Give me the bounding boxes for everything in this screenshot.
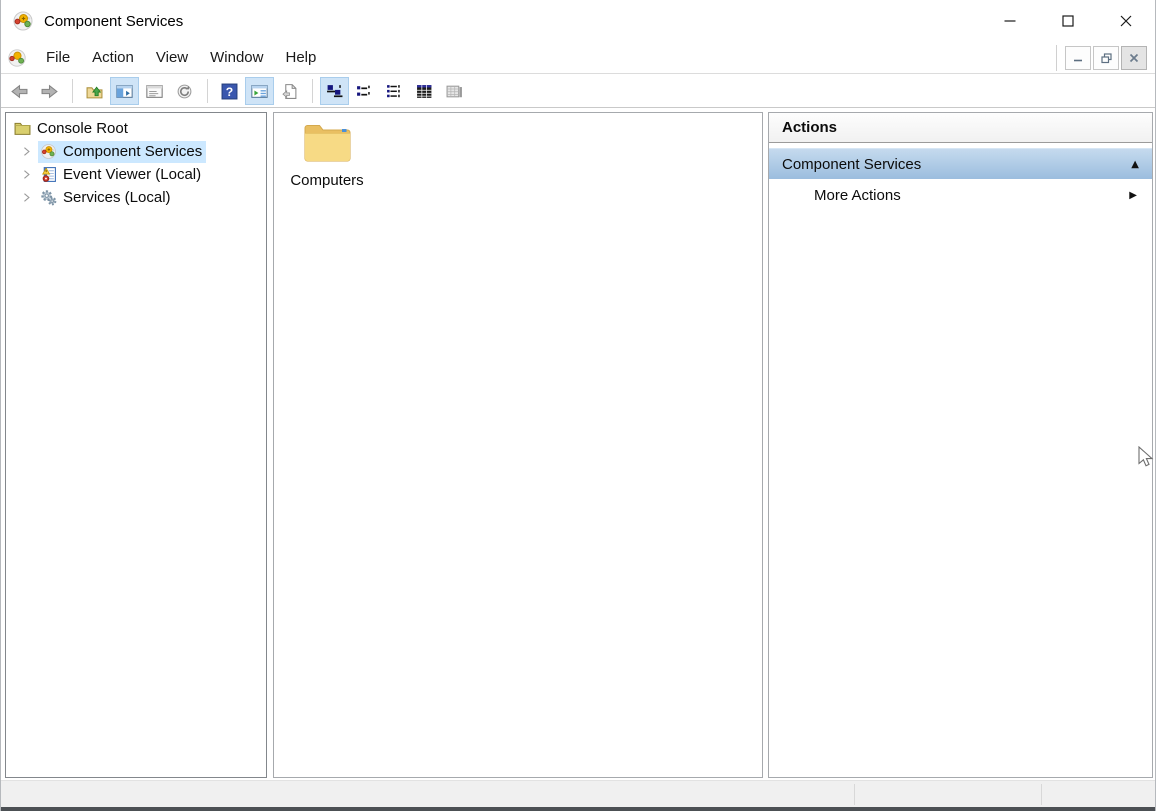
- mouse-cursor: [1137, 446, 1156, 470]
- actions-section-component-services[interactable]: Component Services ▲: [769, 148, 1152, 179]
- menu-view[interactable]: View: [145, 45, 199, 70]
- more-actions-item[interactable]: More Actions ▶: [769, 179, 1152, 211]
- refresh-icon[interactable]: [170, 77, 199, 105]
- folder-icon: [14, 120, 31, 137]
- maximize-button[interactable]: [1039, 0, 1097, 42]
- tree-item-label: Event Viewer (Local): [63, 166, 201, 183]
- large-icons-view-icon[interactable]: [320, 77, 349, 105]
- customize-view-icon[interactable]: [440, 77, 469, 105]
- status-bar: [1, 780, 1155, 807]
- results-panel: Computers: [273, 112, 763, 778]
- details-view-icon[interactable]: [410, 77, 439, 105]
- export-list-icon[interactable]: [275, 77, 304, 105]
- chevron-right-icon: ▶: [1129, 190, 1137, 201]
- list-item-computers[interactable]: Computers: [288, 121, 366, 189]
- child-restore-button[interactable]: [1093, 46, 1119, 70]
- tree-item-event-viewer[interactable]: Event Viewer (Local): [6, 163, 266, 186]
- child-minimize-button[interactable]: [1065, 46, 1091, 70]
- actions-section-title: Component Services: [782, 156, 1131, 173]
- menu-action[interactable]: Action: [81, 45, 145, 70]
- component-services-icon: [40, 143, 57, 160]
- tree-item-label: Services (Local): [63, 189, 171, 206]
- tree-item-label: Console Root: [37, 120, 128, 137]
- more-actions-label: More Actions: [814, 187, 901, 204]
- window-controls: [981, 0, 1155, 42]
- chevron-right-icon[interactable]: [14, 192, 38, 203]
- actions-panel-title: Actions: [769, 113, 1152, 143]
- component-services-icon: [7, 48, 27, 68]
- menu-window[interactable]: Window: [199, 45, 274, 70]
- tree-item-services[interactable]: Services (Local): [6, 186, 266, 209]
- minimize-button[interactable]: [981, 0, 1039, 42]
- window-title: Component Services: [44, 13, 183, 30]
- services-icon: [40, 189, 57, 206]
- status-bar-divider: [1041, 784, 1042, 805]
- tree-item-console-root[interactable]: Console Root: [6, 117, 266, 140]
- title-bar: Component Services: [1, 0, 1155, 42]
- toolbar-separator: [207, 79, 208, 103]
- close-button[interactable]: [1097, 0, 1155, 42]
- window-bottom-edge: [1, 807, 1155, 811]
- component-services-icon: [12, 10, 34, 32]
- tree-item-component-services[interactable]: Component Services: [6, 140, 266, 163]
- chevron-right-icon[interactable]: [14, 146, 38, 157]
- show-hide-console-tree-icon[interactable]: [110, 77, 139, 105]
- svg-text:?: ?: [226, 84, 233, 98]
- console-tree-panel: Console Root Component Ser: [5, 112, 267, 778]
- child-close-button[interactable]: [1121, 46, 1147, 70]
- back-icon[interactable]: [5, 77, 34, 105]
- actions-panel: Actions Component Services ▲ More Action…: [768, 112, 1153, 778]
- properties-icon[interactable]: [140, 77, 169, 105]
- up-one-level-icon[interactable]: [80, 77, 109, 105]
- folder-icon: [303, 121, 352, 163]
- child-window-controls: [1056, 45, 1147, 71]
- toolbar-separator: [312, 79, 313, 103]
- help-icon[interactable]: ?: [215, 77, 244, 105]
- status-bar-divider: [854, 784, 855, 805]
- list-view-icon[interactable]: [380, 77, 409, 105]
- tree-item-label: Component Services: [63, 143, 202, 160]
- component-services-window: Component Services File Action View: [0, 0, 1156, 811]
- forward-icon[interactable]: [35, 77, 64, 105]
- toolbar-separator: [72, 79, 73, 103]
- toolbar: ?: [1, 75, 1155, 108]
- event-viewer-icon: [40, 166, 57, 183]
- chevron-right-icon[interactable]: [14, 169, 38, 180]
- menu-help[interactable]: Help: [274, 45, 327, 70]
- show-hide-action-pane-icon[interactable]: [245, 77, 274, 105]
- menu-file[interactable]: File: [35, 45, 81, 70]
- menu-bar: File Action View Window Help: [1, 42, 1155, 74]
- chevron-up-icon[interactable]: ▲: [1131, 159, 1139, 170]
- list-item-label: Computers: [288, 172, 366, 189]
- small-icons-view-icon[interactable]: [350, 77, 379, 105]
